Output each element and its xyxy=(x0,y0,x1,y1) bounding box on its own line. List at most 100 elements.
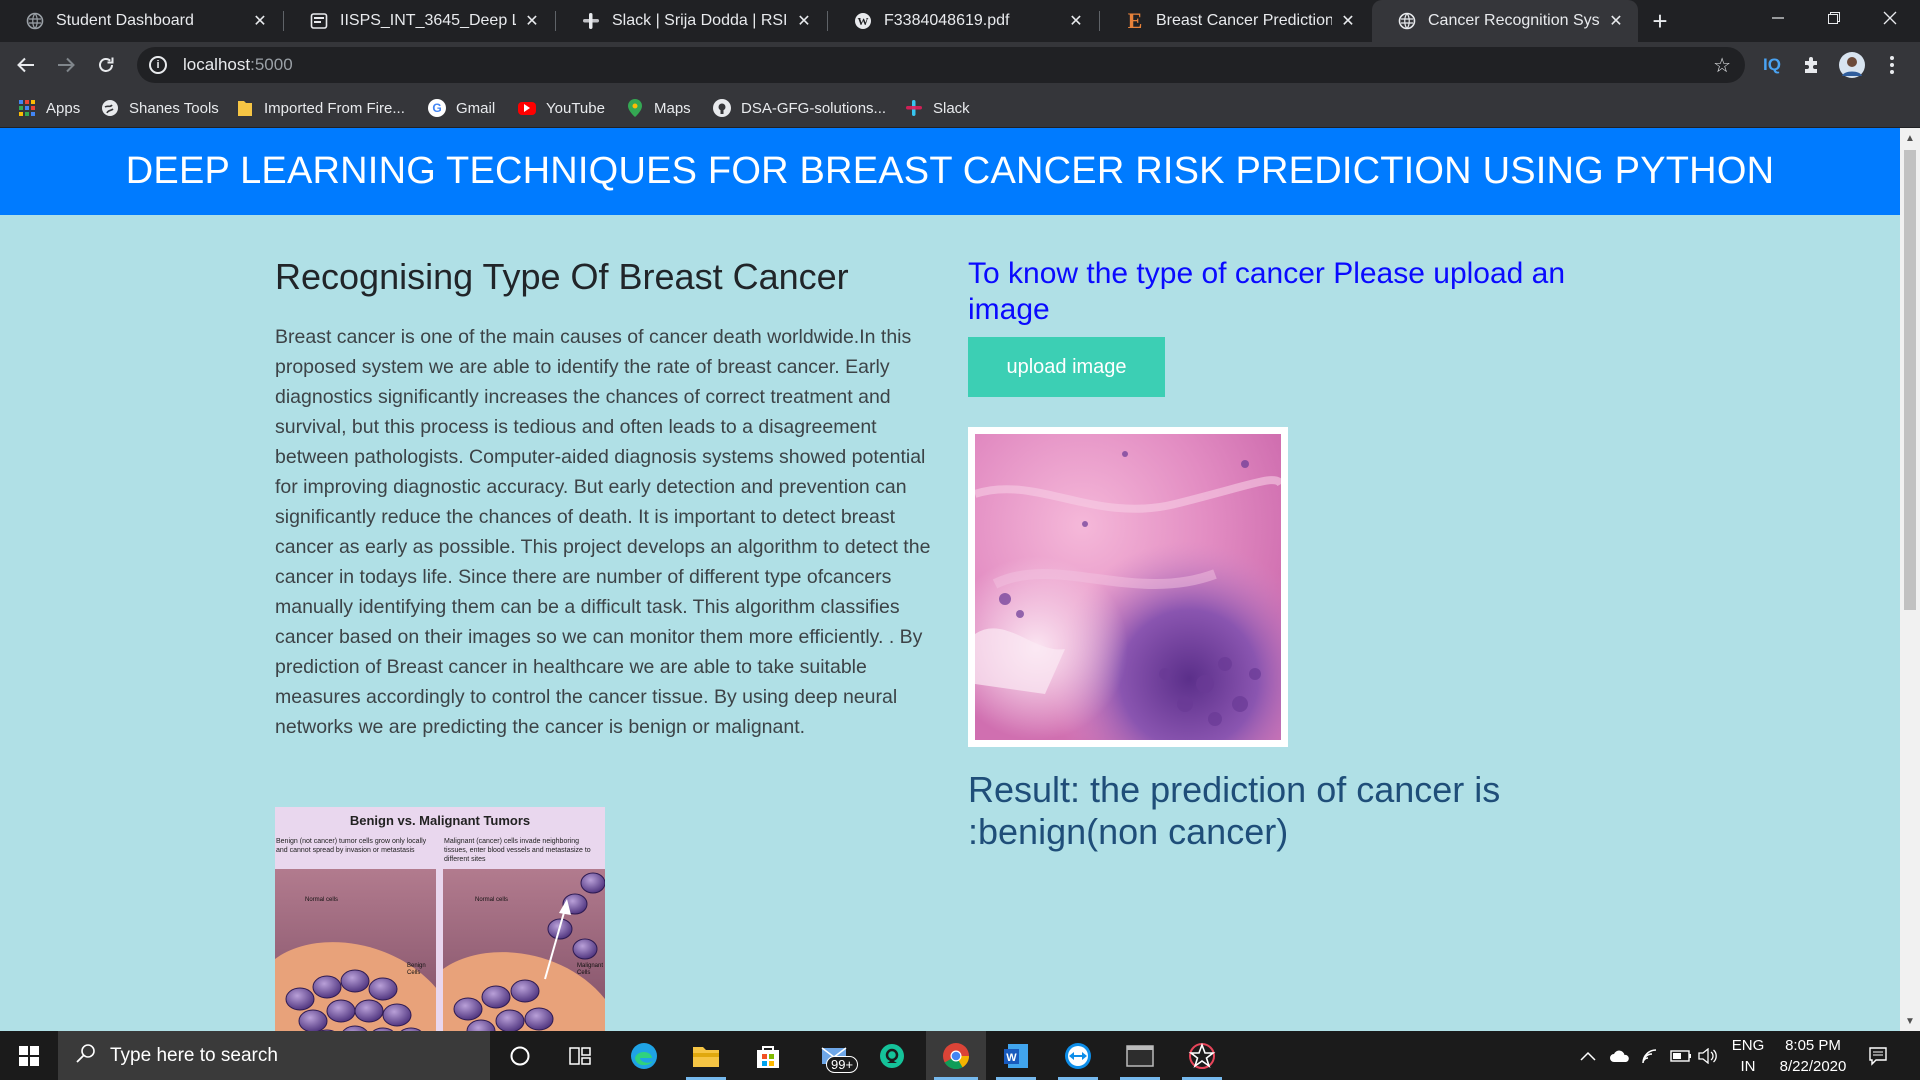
benign-caption: Benign (not cancer) tumor cells grow onl… xyxy=(276,838,427,854)
tab-student-dashboard[interactable]: Student Dashboard ✕ xyxy=(0,0,282,42)
close-icon[interactable]: ✕ xyxy=(1606,11,1626,31)
tab-label: Cancer Recognition System xyxy=(1428,12,1600,29)
scroll-down-arrow-icon[interactable]: ▼ xyxy=(1900,1011,1920,1031)
taskbar-search[interactable]: Type here to search xyxy=(58,1031,490,1080)
tab-deep-learning[interactable]: IISPS_INT_3645_Deep Learnin ✕ xyxy=(284,0,554,42)
slack-icon xyxy=(582,12,600,30)
word-icon[interactable]: W xyxy=(988,1031,1044,1080)
bookmark-maps[interactable]: Maps xyxy=(626,96,691,120)
wifi-icon[interactable] xyxy=(1640,1031,1660,1080)
svg-text:W: W xyxy=(858,16,869,28)
close-icon[interactable]: ✕ xyxy=(1338,11,1358,31)
bookmark-imported-from-firefox[interactable]: Imported From Fire... xyxy=(236,96,405,120)
info-icon[interactable]: i xyxy=(149,56,167,74)
restore-button[interactable] xyxy=(1806,0,1862,36)
edge-icon[interactable] xyxy=(616,1031,672,1080)
file-explorer-icon[interactable] xyxy=(678,1031,734,1080)
extensions-puzzle-icon[interactable] xyxy=(1797,50,1827,80)
forward-button[interactable] xyxy=(50,49,82,81)
close-icon[interactable]: ✕ xyxy=(794,11,814,31)
youtube-icon xyxy=(518,101,536,115)
bookmark-label: DSA-GFG-solutions... xyxy=(741,99,887,117)
mail-icon[interactable]: 99+ xyxy=(808,1031,864,1080)
bookmark-apps[interactable]: Apps xyxy=(18,96,80,120)
close-icon[interactable]: ✕ xyxy=(250,11,270,31)
bookmark-label: Slack xyxy=(933,99,970,117)
figure-title: Benign vs. Malignant Tumors xyxy=(349,813,531,828)
bookmark-gmail[interactable]: G Gmail xyxy=(428,96,495,120)
battery-icon[interactable] xyxy=(1670,1031,1692,1080)
tab-breast-cancer-prediction[interactable]: E Breast Cancer Prediction syst ✕ xyxy=(1100,0,1370,42)
bookmarks-bar: Apps Shanes Tools Imported From Fire... … xyxy=(0,88,1920,128)
letter-e-icon: E xyxy=(1127,8,1143,33)
upload-image-button[interactable]: upload image xyxy=(968,337,1165,397)
page-viewport: DEEP LEARNING TECHNIQUES FOR BREAST CANC… xyxy=(0,128,1900,1031)
address-url[interactable]: localhost:5000 xyxy=(183,55,293,75)
close-icon[interactable]: ✕ xyxy=(522,11,542,31)
browser-tab-strip: Student Dashboard ✕ IISPS_INT_3645_Deep … xyxy=(0,0,1920,42)
region-code: IN xyxy=(1740,1058,1756,1075)
site-header: DEEP LEARNING TECHNIQUES FOR BREAST CANC… xyxy=(0,128,1900,215)
tab-pdf[interactable]: W F3384048619.pdf ✕ xyxy=(828,0,1098,42)
taskbar-clock[interactable]: 8:05 PM 8/22/2020 xyxy=(1768,1035,1858,1077)
new-tab-button[interactable]: + xyxy=(1640,0,1680,42)
tab-label: Slack | Srija Dodda | RSIP202 xyxy=(612,12,788,29)
tab-label: Student Dashboard xyxy=(56,12,194,29)
profile-avatar[interactable] xyxy=(1837,50,1867,80)
scroll-up-arrow-icon[interactable]: ▲ xyxy=(1900,128,1920,148)
start-button[interactable] xyxy=(0,1031,58,1080)
bookmark-label: Maps xyxy=(654,99,691,117)
store-icon[interactable] xyxy=(740,1031,796,1080)
teamviewer-icon[interactable] xyxy=(1050,1031,1106,1080)
bookmark-label: Shanes Tools xyxy=(129,99,219,117)
bookmark-dsa-gfg-solutions[interactable]: DSA-GFG-solutions... xyxy=(713,96,886,120)
back-button[interactable] xyxy=(10,49,42,81)
tray-chevron-up-icon[interactable] xyxy=(1580,1031,1596,1080)
task-view-icon[interactable] xyxy=(552,1031,608,1080)
cortana-icon[interactable] xyxy=(492,1031,548,1080)
menu-kebab-icon[interactable] xyxy=(1877,50,1907,80)
address-bar[interactable]: i localhost:5000 ☆ xyxy=(137,47,1745,83)
benign-vs-malignant-figure: Benign vs. Malignant Tumors Benign (not … xyxy=(275,807,605,1031)
language-code: ENG xyxy=(1731,1037,1765,1054)
app-star-icon[interactable] xyxy=(1174,1031,1230,1080)
notification-icon[interactable] xyxy=(1868,1031,1888,1080)
bookmark-label: YouTube xyxy=(546,99,605,117)
section-title: Recognising Type Of Breast Cancer xyxy=(275,256,849,297)
malignant-caption: Malignant (cancer) cells invade neighbor… xyxy=(444,838,591,863)
chrome-icon[interactable] xyxy=(926,1031,986,1080)
search-icon xyxy=(76,1043,96,1069)
extension-iq-button[interactable]: IQ xyxy=(1757,50,1787,80)
onedrive-cloud-icon[interactable] xyxy=(1609,1031,1631,1080)
upload-section: To know the type of cancer Please upload… xyxy=(968,256,1608,328)
scrollbar-thumb[interactable] xyxy=(1904,150,1916,610)
svg-text:W: W xyxy=(1006,1052,1017,1064)
page-scrollbar[interactable]: ▲ ▼ xyxy=(1900,128,1920,1031)
volume-icon[interactable] xyxy=(1698,1031,1718,1080)
reload-button[interactable] xyxy=(90,49,122,81)
normal-cells-label: Normal cells xyxy=(305,897,339,903)
tab-cancer-recognition[interactable]: Cancer Recognition System ✕ xyxy=(1372,0,1638,42)
arrow-left-icon xyxy=(17,57,34,73)
minimize-button[interactable] xyxy=(1750,0,1806,36)
wordpress-icon: W xyxy=(854,12,872,30)
mail-badge: 99+ xyxy=(826,1056,859,1073)
bookmark-shanes-tools[interactable]: Shanes Tools xyxy=(101,96,219,120)
description-section: Recognising Type Of Breast Cancer Breast… xyxy=(275,256,935,742)
bookmark-label: Gmail xyxy=(456,99,496,117)
terminal-icon[interactable] xyxy=(1112,1031,1168,1080)
tab-slack[interactable]: Slack | Srija Dodda | RSIP202 ✕ xyxy=(556,0,826,42)
benign-cells-label: Benign Cells xyxy=(407,963,426,976)
bookmark-label: Imported From Fire... xyxy=(264,99,405,117)
close-window-button[interactable] xyxy=(1862,0,1918,36)
malignant-cells-label: Malignant Cells xyxy=(577,963,604,976)
close-icon[interactable]: ✕ xyxy=(1066,11,1086,31)
bookmark-youtube[interactable]: YouTube xyxy=(518,96,605,120)
uploaded-image-preview xyxy=(968,427,1288,747)
search-placeholder: Type here to search xyxy=(110,1044,278,1066)
language-indicator[interactable]: ENG IN xyxy=(1728,1035,1768,1077)
bookmark-slack[interactable]: Slack xyxy=(905,96,970,120)
tab-label: IISPS_INT_3645_Deep Learnin xyxy=(340,12,516,29)
grammarly-icon[interactable] xyxy=(864,1031,920,1080)
bookmark-star-icon[interactable]: ☆ xyxy=(1713,53,1731,78)
